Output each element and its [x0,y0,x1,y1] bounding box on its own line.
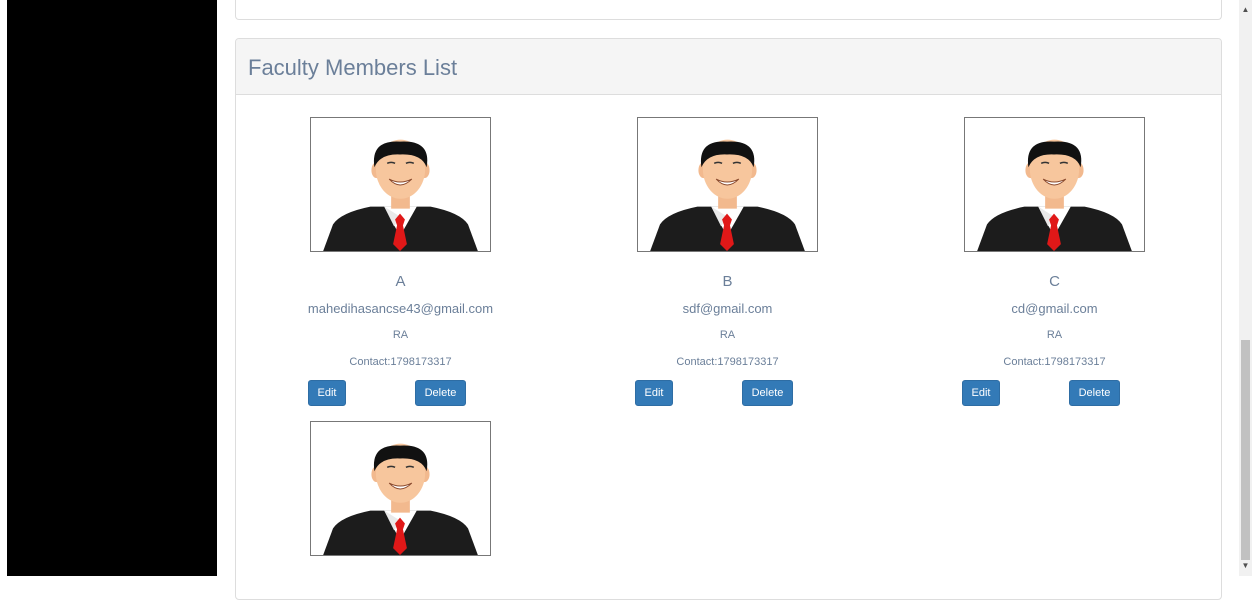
delete-button[interactable]: Delete [742,380,793,406]
faculty-photo [964,117,1145,252]
scroll-thumb[interactable] [1241,340,1250,560]
faculty-email: cd@gmail.com [1011,301,1098,316]
faculty-role: RA [392,329,409,341]
faculty-role: RA [1046,329,1063,341]
vertical-scrollbar[interactable]: ▲ ▼ [1239,0,1252,576]
faculty-email: mahedihasancse43@gmail.com [307,301,494,316]
panel-title: Faculty Members List [248,55,458,80]
person-avatar-icon [311,422,490,555]
faculty-email: sdf@gmail.com [682,301,773,316]
edit-button[interactable]: Edit [635,380,673,406]
main-content: Faculty Members List A mahedihasancse43@… [217,0,1239,600]
faculty-name: A [395,273,406,290]
faculty-contact: Contact:1798173317 [676,356,779,368]
faculty-role: RA [719,329,736,341]
window-edge [0,0,7,576]
person-avatar-icon [311,118,490,251]
faculty-name: C [1049,273,1060,290]
scroll-up-icon[interactable]: ▲ [1239,4,1252,16]
edit-button[interactable]: Edit [962,380,1000,406]
person-avatar-icon [638,118,817,251]
previous-panel [235,0,1222,20]
faculty-contact: Contact:1798173317 [1003,356,1106,368]
delete-button[interactable]: Delete [415,380,466,406]
faculty-contact: Contact:1798173317 [349,356,452,368]
faculty-panel: Faculty Members List A mahedihasancse43@… [235,38,1222,600]
faculty-name: B [722,273,733,290]
scroll-down-icon[interactable]: ▼ [1239,560,1252,572]
panel-heading: Faculty Members List [236,39,1221,95]
faculty-photo [310,117,491,252]
delete-button[interactable]: Delete [1069,380,1120,406]
faculty-photo [637,117,818,252]
sidebar [7,0,217,576]
faculty-photo [310,421,491,556]
edit-button[interactable]: Edit [308,380,346,406]
person-avatar-icon [965,118,1144,251]
